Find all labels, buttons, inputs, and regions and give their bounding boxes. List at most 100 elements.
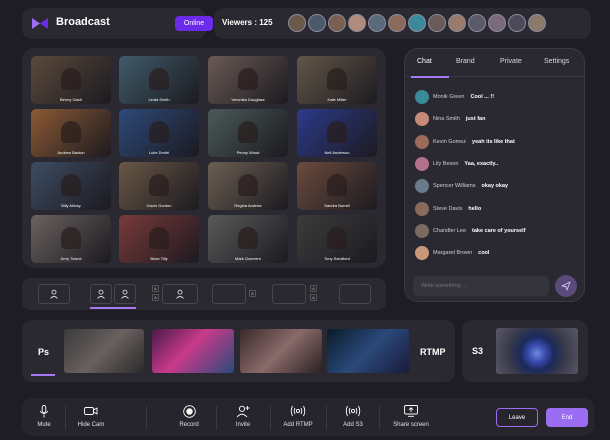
tab-brand[interactable]: Brand: [456, 58, 475, 65]
chat-username[interactable]: Monik Green: [433, 94, 465, 100]
avatar[interactable]: [308, 14, 326, 32]
avatar[interactable]: [408, 14, 426, 32]
participant-silhouette: [327, 174, 347, 196]
hide-cam-button[interactable]: Hide Cam: [72, 404, 110, 428]
chat-text: take care of yourself: [472, 227, 526, 234]
avatar[interactable]: [508, 14, 526, 32]
tab-settings[interactable]: Settings: [544, 58, 569, 65]
brand-panel: Broadcast Online: [22, 8, 213, 39]
add-s3-button[interactable]: Add S3: [337, 404, 369, 428]
chat-username[interactable]: Margaret Brown: [433, 250, 472, 256]
source-ps-label[interactable]: Ps: [38, 347, 49, 357]
record-icon: [182, 404, 196, 418]
avatar[interactable]: [415, 90, 429, 104]
layout-single[interactable]: [38, 284, 70, 304]
invite-button[interactable]: Invite: [227, 404, 259, 428]
avatar[interactable]: [415, 179, 429, 194]
video-tile[interactable]: Veronika Douglass: [208, 56, 288, 104]
invite-label: Invite: [235, 422, 251, 428]
layout-small-slot: A: [152, 285, 159, 292]
chat-username[interactable]: Kevin Gomez: [433, 139, 466, 145]
layout-dual[interactable]: [90, 284, 138, 309]
record-button[interactable]: Record: [172, 404, 206, 428]
video-tile[interactable]: Benny Gash: [31, 56, 111, 104]
sources-panel: Ps RTMP: [22, 320, 455, 382]
video-tile[interactable]: Regina Andrew: [208, 162, 288, 210]
avatar[interactable]: [528, 14, 546, 32]
tab-chat[interactable]: Chat: [417, 58, 432, 65]
participant-silhouette: [327, 68, 347, 90]
send-button[interactable]: [555, 275, 577, 297]
avatar[interactable]: [368, 14, 386, 32]
layout-empty[interactable]: [339, 284, 371, 304]
avatar[interactable]: [415, 112, 429, 127]
source-thumbnail[interactable]: [327, 329, 409, 373]
chat-username[interactable]: Lily Beson: [433, 161, 458, 167]
layout-empty[interactable]: [272, 284, 306, 304]
source-s3-label[interactable]: S3: [472, 346, 483, 356]
source-thumbnail[interactable]: [152, 329, 234, 373]
mute-button[interactable]: Mute: [32, 404, 56, 428]
chat-username[interactable]: Nina Smith: [433, 116, 460, 122]
chat-username[interactable]: Spencer Williams: [433, 183, 475, 189]
add-s3-label: Add S3: [343, 422, 363, 428]
video-tile[interactable]: Mark Guerrero: [208, 215, 288, 263]
layout-small-slot: A: [249, 290, 256, 297]
participant-name: Brian Tilly: [150, 256, 168, 261]
source-rtmp-label[interactable]: RTMP: [420, 347, 446, 357]
participant-silhouette: [61, 227, 81, 249]
avatar[interactable]: [415, 134, 429, 149]
avatar[interactable]: [415, 156, 429, 171]
video-tile[interactable]: Peony Wood: [208, 109, 288, 157]
layout-small-slot: A: [310, 294, 317, 301]
video-tile[interactable]: Neil Anderson: [297, 109, 377, 157]
video-tile[interactable]: Brian Tilly: [119, 215, 199, 263]
chat-username[interactable]: Steve Davis: [433, 206, 462, 212]
divider: [326, 406, 327, 430]
chat-username[interactable]: Chandler Lee: [433, 228, 466, 234]
video-tile[interactable]: Luke Dmitri: [119, 109, 199, 157]
avatar[interactable]: [415, 201, 429, 216]
tab-private[interactable]: Private: [500, 58, 522, 65]
user-icon: [176, 289, 184, 299]
source-thumbnail[interactable]: [496, 328, 578, 374]
layout-side[interactable]: [162, 284, 198, 304]
avatar[interactable]: [388, 14, 406, 32]
avatar[interactable]: [428, 14, 446, 32]
chat-input[interactable]: [413, 276, 549, 296]
layout-empty[interactable]: [212, 284, 246, 304]
user-icon: [97, 289, 105, 299]
avatar[interactable]: [488, 14, 506, 32]
avatar[interactable]: [288, 14, 306, 32]
avatar[interactable]: [415, 223, 429, 238]
avatar[interactable]: [415, 246, 429, 261]
avatar[interactable]: [348, 14, 366, 32]
end-button[interactable]: End: [546, 408, 588, 427]
video-tile[interactable]: Andrew Baxton: [31, 109, 111, 157]
participant-silhouette: [61, 174, 81, 196]
participant-name: Sandra Burrell: [324, 203, 350, 208]
share-screen-icon: [404, 405, 418, 417]
video-tile[interactable]: Tony Sandford: [297, 215, 377, 263]
layout-small-slot: A: [152, 294, 159, 301]
video-tile[interactable]: Jerry Towne: [31, 215, 111, 263]
video-tile[interactable]: Kate Miller: [297, 56, 377, 104]
participant-name: Jerry Towne: [60, 256, 82, 261]
source-thumbnail[interactable]: [240, 329, 322, 373]
add-rtmp-button[interactable]: Add RTMP: [278, 404, 318, 428]
avatar[interactable]: [448, 14, 466, 32]
video-tile[interactable]: Linda Smith: [119, 56, 199, 104]
video-tile[interactable]: Sandra Burrell: [297, 162, 377, 210]
video-tile[interactable]: Gavin Gordon: [119, 162, 199, 210]
chat-tabs: Chat Brand Private Settings: [405, 49, 584, 78]
participant-silhouette: [149, 68, 169, 90]
leave-button[interactable]: Leave: [496, 408, 538, 427]
avatar[interactable]: [468, 14, 486, 32]
share-screen-button[interactable]: Share screen: [388, 404, 434, 428]
source-thumbnail[interactable]: [64, 329, 144, 373]
participant-silhouette: [149, 174, 169, 196]
video-tile[interactable]: Billy Abbay: [31, 162, 111, 210]
avatar[interactable]: [328, 14, 346, 32]
s3-panel: S3: [462, 320, 588, 382]
broadcast-icon: [290, 405, 306, 417]
